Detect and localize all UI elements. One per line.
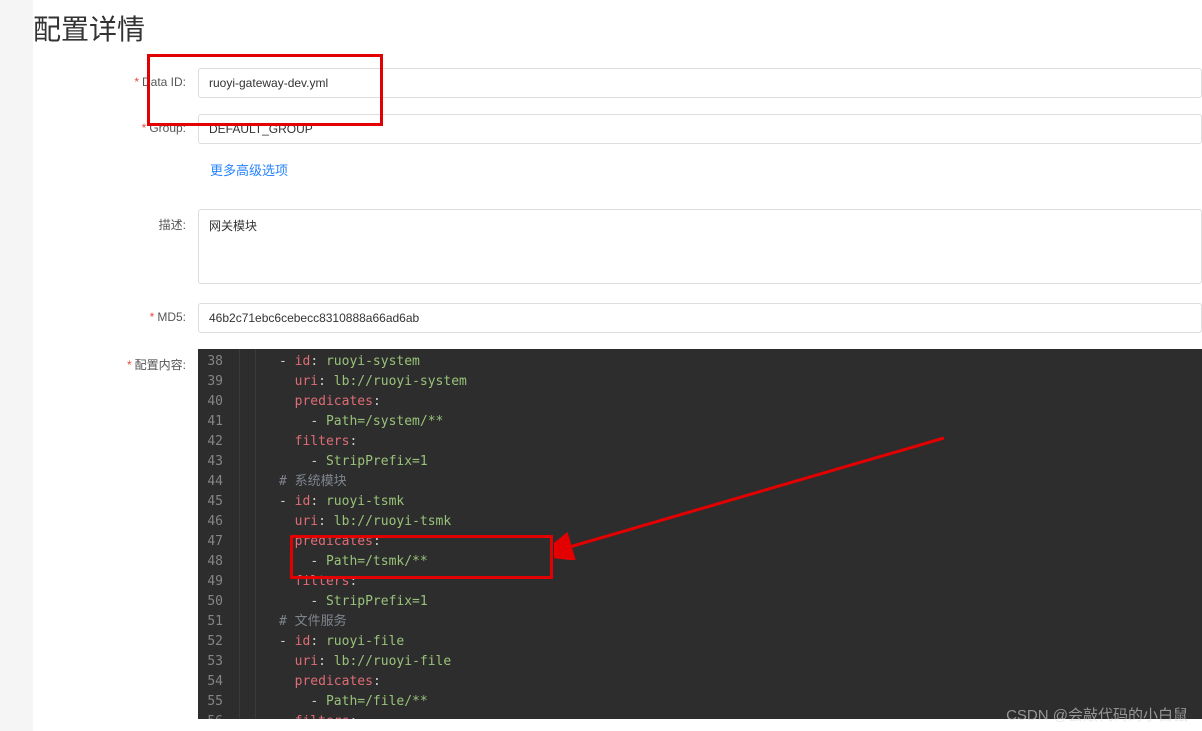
code-line: uri: lb://ruoyi-system (279, 372, 1202, 392)
gutter-line: 38 (202, 352, 223, 372)
gutter-line: 48 (202, 552, 223, 572)
code-editor[interactable]: 38394041424344454647484950515253545556 -… (198, 349, 1202, 719)
label-desc: 描述: (33, 209, 198, 233)
gutter-line: 46 (202, 512, 223, 532)
textarea-desc[interactable]: 网关模块 (198, 209, 1202, 284)
gutter-line: 39 (202, 372, 223, 392)
code-line: - StripPrefix=1 (279, 592, 1202, 612)
code-line: filters: (279, 712, 1202, 719)
gutter-line: 50 (202, 592, 223, 612)
row-group: *Group: (33, 114, 1202, 144)
gutter-line: 40 (202, 392, 223, 412)
gutter-line: 44 (202, 472, 223, 492)
gutter-line: 55 (202, 692, 223, 712)
gutter-line: 42 (202, 432, 223, 452)
code-line: - id: ruoyi-file (279, 632, 1202, 652)
code-line: predicates: (279, 392, 1202, 412)
gutter-line: 52 (202, 632, 223, 652)
code-line: filters: (279, 572, 1202, 592)
editor-fold-guides (231, 349, 279, 719)
row-data-id: *Data ID: (33, 68, 1202, 98)
label-md5: *MD5: (33, 303, 198, 324)
code-line: - id: ruoyi-system (279, 352, 1202, 372)
editor-gutter: 38394041424344454647484950515253545556 (198, 349, 231, 719)
input-group[interactable] (198, 114, 1202, 144)
label-data-id: *Data ID: (33, 68, 198, 89)
gutter-line: 53 (202, 652, 223, 672)
page-title: 配置详情 (33, 0, 1202, 68)
code-line: - Path=/file/** (279, 692, 1202, 712)
code-line: filters: (279, 432, 1202, 452)
row-desc: 描述: 网关模块 (33, 209, 1202, 287)
link-more-options[interactable]: 更多高级选项 (210, 160, 288, 179)
input-data-id[interactable] (198, 68, 1202, 98)
code-line: predicates: (279, 672, 1202, 692)
gutter-line: 54 (202, 672, 223, 692)
code-line: predicates: (279, 532, 1202, 552)
code-line: uri: lb://ruoyi-file (279, 652, 1202, 672)
gutter-line: 56 (202, 712, 223, 719)
code-line: uri: lb://ruoyi-tsmk (279, 512, 1202, 532)
code-line: - id: ruoyi-tsmk (279, 492, 1202, 512)
row-md5: *MD5: (33, 303, 1202, 333)
editor-code[interactable]: - id: ruoyi-system uri: lb://ruoyi-syste… (279, 349, 1202, 719)
gutter-line: 45 (202, 492, 223, 512)
input-md5[interactable] (198, 303, 1202, 333)
row-content: *配置内容: 383940414243444546474849505152535… (33, 349, 1202, 719)
gutter-line: 49 (202, 572, 223, 592)
code-line: - Path=/system/** (279, 412, 1202, 432)
gutter-line: 51 (202, 612, 223, 632)
gutter-line: 43 (202, 452, 223, 472)
gutter-line: 47 (202, 532, 223, 552)
label-content: *配置内容: (33, 349, 198, 373)
gutter-line: 41 (202, 412, 223, 432)
code-line: - Path=/tsmk/** (279, 552, 1202, 572)
code-line: # 文件服务 (279, 612, 1202, 632)
code-line: - StripPrefix=1 (279, 452, 1202, 472)
code-line: # 系统模块 (279, 472, 1202, 492)
label-group: *Group: (33, 114, 198, 135)
